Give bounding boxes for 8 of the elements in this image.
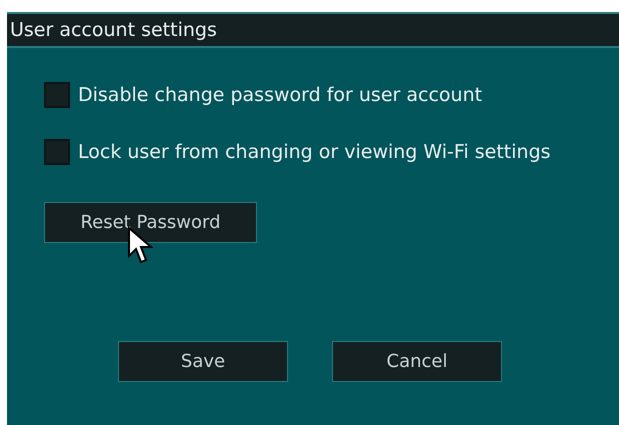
window-title: User account settings — [7, 14, 619, 48]
checkbox-label: Lock user from changing or viewing Wi-Fi settings — [78, 140, 551, 165]
checkbox[interactable] — [44, 139, 70, 165]
reset-password-button[interactable]: Reset Password — [44, 202, 257, 243]
checkbox[interactable] — [44, 82, 70, 108]
dialog-button[interactable]: Cancel — [332, 341, 502, 382]
checkbox-label: Disable change password for user account — [78, 82, 482, 108]
dialog-button[interactable]: Save — [118, 341, 288, 382]
